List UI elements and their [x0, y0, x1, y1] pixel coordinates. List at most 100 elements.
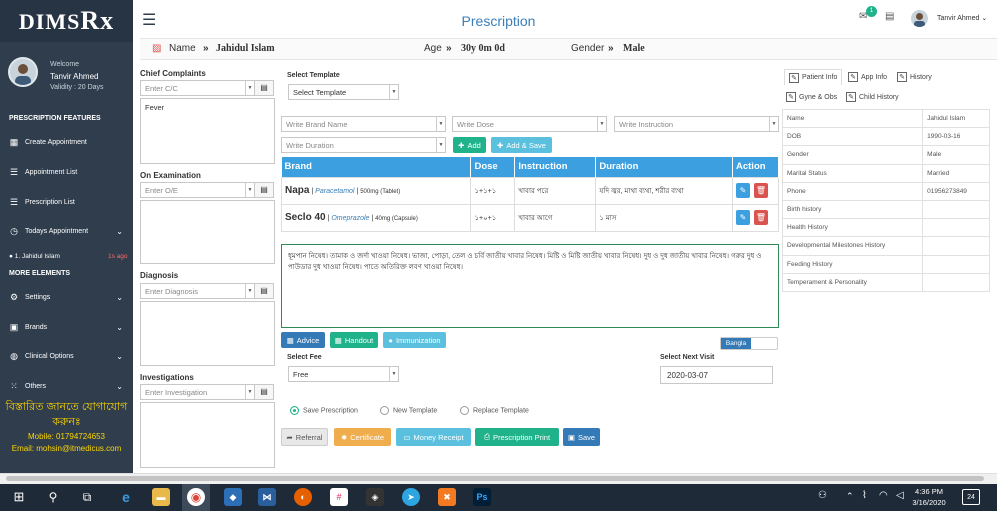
firefox-icon[interactable]: ◐ [294, 488, 312, 506]
sidebar-item-appointment-list[interactable]: ☰ Appointment List [0, 158, 133, 186]
cc-input[interactable]: Enter C/C ▼ ▤ [140, 80, 274, 96]
handout-button[interactable]: ▦ Handout [330, 332, 378, 348]
save-button[interactable]: ▣ Save [563, 428, 600, 446]
instruction-cell: খাবার আগে [514, 203, 597, 232]
sidebar-item-todays-appointment[interactable]: ◷ Todays Appointment ⌄ [0, 217, 133, 245]
task-view-icon[interactable]: ⧉ [78, 488, 96, 506]
instruction-input[interactable]: Write Instruction ▼ [614, 116, 779, 132]
tab-gyne-obs[interactable]: ✎ Gyne & Obs [786, 89, 837, 105]
bangla-toggle-label: Bangla [721, 338, 751, 349]
immunization-button[interactable]: ● Immunization [383, 332, 446, 348]
referral-button[interactable]: ➦ Referral [281, 428, 328, 446]
investigations-title: Investigations [140, 373, 194, 382]
money-receipt-button[interactable]: ▭ Money Receipt [396, 428, 471, 446]
list-icon[interactable]: ▤ [254, 182, 274, 198]
radio-replace-template[interactable]: Replace Template [460, 406, 529, 415]
prescription-print-button[interactable]: ⎙ Prescription Print [475, 428, 559, 446]
xampp-icon[interactable]: ✖ [438, 488, 456, 506]
today-patient-item[interactable]: ● 1. Jahidul Islam [9, 253, 60, 260]
dose-input[interactable]: Write Dose ▼ [452, 116, 607, 132]
diagnosis-textarea[interactable] [140, 301, 275, 366]
volume-icon[interactable]: ◁ [896, 490, 904, 501]
bangla-toggle[interactable]: Bangla [720, 337, 778, 350]
taskbar-time[interactable]: 4:36 PM [912, 487, 946, 496]
tab-child-history[interactable]: ✎ Child History [846, 89, 899, 105]
advice-icon: ▦ [286, 335, 294, 345]
list-icon[interactable]: ▤ [254, 80, 274, 96]
add-button[interactable]: ✚ Add [453, 137, 486, 153]
table-row: Health History [781, 218, 990, 238]
brand-name-input[interactable]: Write Brand Name ▼ [281, 116, 446, 132]
radio-new-template[interactable]: New Template [380, 406, 437, 415]
slack-icon[interactable]: # [330, 488, 348, 506]
oe-textarea[interactable] [140, 200, 275, 264]
sidebar-item-settings[interactable]: ⚙ Settings ⌄ [0, 283, 133, 311]
network-icon[interactable]: ⌇ [862, 490, 867, 501]
oe-input[interactable]: Enter O/E ▼ ▤ [140, 182, 274, 198]
add-save-button[interactable]: ✚ Add & Save [491, 137, 552, 153]
duration-input[interactable]: Write Duration ▼ [281, 137, 446, 153]
notification-center-icon[interactable]: 24 [962, 489, 980, 505]
investigation-textarea[interactable] [140, 402, 275, 468]
sidebar-item-brands[interactable]: ▣ Brands ⌄ [0, 313, 133, 341]
tab-history[interactable]: ✎ History [897, 69, 932, 85]
tray-chevron-icon[interactable]: ⌃ [846, 491, 854, 502]
advice-button[interactable]: ▦ Advice [281, 332, 325, 348]
diagnosis-input[interactable]: Enter Diagnosis ▼ ▤ [140, 283, 274, 299]
telegram-icon[interactable]: ➤ [402, 488, 420, 506]
select-fee-label: Select Fee [287, 354, 322, 361]
section-prescription-features: PRESCRIPTION FEATURES [9, 115, 101, 122]
radio-save-prescription[interactable]: Save Prescription [290, 406, 358, 415]
certificate-button[interactable]: ✹ Certificate [334, 428, 391, 446]
chevron-right-icon: » [446, 43, 452, 54]
app-icon[interactable]: ◈ [366, 488, 384, 506]
sidebar-item-create-appointment[interactable]: ▦ Create Appointment [0, 128, 133, 156]
header-user-menu[interactable]: Tanvir Ahmed ⌄ [937, 14, 987, 22]
list-icon[interactable]: ▤ [254, 283, 274, 299]
chevron-down-icon: ▼ [389, 85, 398, 99]
prescription-table: Brand Dose Instruction Duration Action N… [280, 157, 779, 232]
sidebar-item-clinical-options[interactable]: ◍ Clinical Options ⌄ [0, 342, 133, 370]
edit-icon[interactable]: ✎ [736, 210, 750, 225]
sidebar-avatar [8, 57, 38, 87]
chrome-icon[interactable]: ◉ [187, 488, 205, 506]
template-select[interactable]: Select Template ▼ [288, 84, 399, 100]
chevron-right-icon: » [203, 43, 209, 54]
name-label: Name [169, 43, 196, 54]
document-icon[interactable]: ▤ [885, 11, 894, 22]
edit-icon: ✎ [846, 92, 856, 102]
patient-gender: Male [623, 43, 645, 54]
advice-textarea[interactable]: ধূমপান নিষেধ। তামাক ও জর্দা খাওয়া নিষেধ… [281, 244, 779, 328]
taskbar-date[interactable]: 3/16/2020 [910, 498, 948, 507]
cc-textarea[interactable]: Fever [140, 98, 275, 164]
sidebar-item-others[interactable]: ⁙ Others ⌄ [0, 372, 133, 400]
vscode-icon[interactable]: ⋈ [258, 488, 276, 506]
trash-icon[interactable]: 🗑 [754, 183, 768, 198]
tab-app-info[interactable]: ✎ App Info [848, 69, 887, 85]
chevron-down-icon: ▼ [436, 117, 445, 131]
chevron-down-icon: ▼ [245, 183, 254, 197]
edge-icon[interactable]: e [117, 488, 135, 506]
photoshop-icon[interactable]: Ps [473, 488, 491, 506]
radio-dot [380, 406, 389, 415]
people-icon[interactable]: ⚇ [818, 490, 827, 501]
list-icon[interactable]: ▤ [254, 384, 274, 400]
next-visit-input[interactable]: 2020-03-07 [660, 366, 773, 384]
windows-start-icon[interactable]: ⊞ [10, 488, 28, 506]
search-icon[interactable]: ⚲ [44, 488, 62, 506]
tab-patient-info[interactable]: ✎ Patient Info [784, 69, 843, 85]
investigation-input[interactable]: Enter Investigation ▼ ▤ [140, 384, 274, 400]
file-explorer-icon[interactable]: ▬ [152, 488, 170, 506]
fee-select[interactable]: Free ▼ [288, 366, 399, 382]
header-avatar[interactable] [911, 10, 928, 27]
scrollbar-thumb[interactable] [6, 476, 984, 481]
col-dose: Dose [470, 157, 516, 177]
chevron-down-icon: ▼ [389, 367, 398, 381]
teams-icon[interactable]: ◆ [224, 488, 242, 506]
edit-icon[interactable]: ✎ [736, 183, 750, 198]
sidebar-item-prescription-list[interactable]: ☰ Prescription List [0, 188, 133, 216]
trash-icon[interactable]: 🗑 [754, 210, 768, 225]
edit-icon: ✎ [848, 72, 858, 82]
on-examination-title: On Examination [140, 171, 201, 180]
wifi-icon[interactable]: ◠ [879, 490, 888, 501]
